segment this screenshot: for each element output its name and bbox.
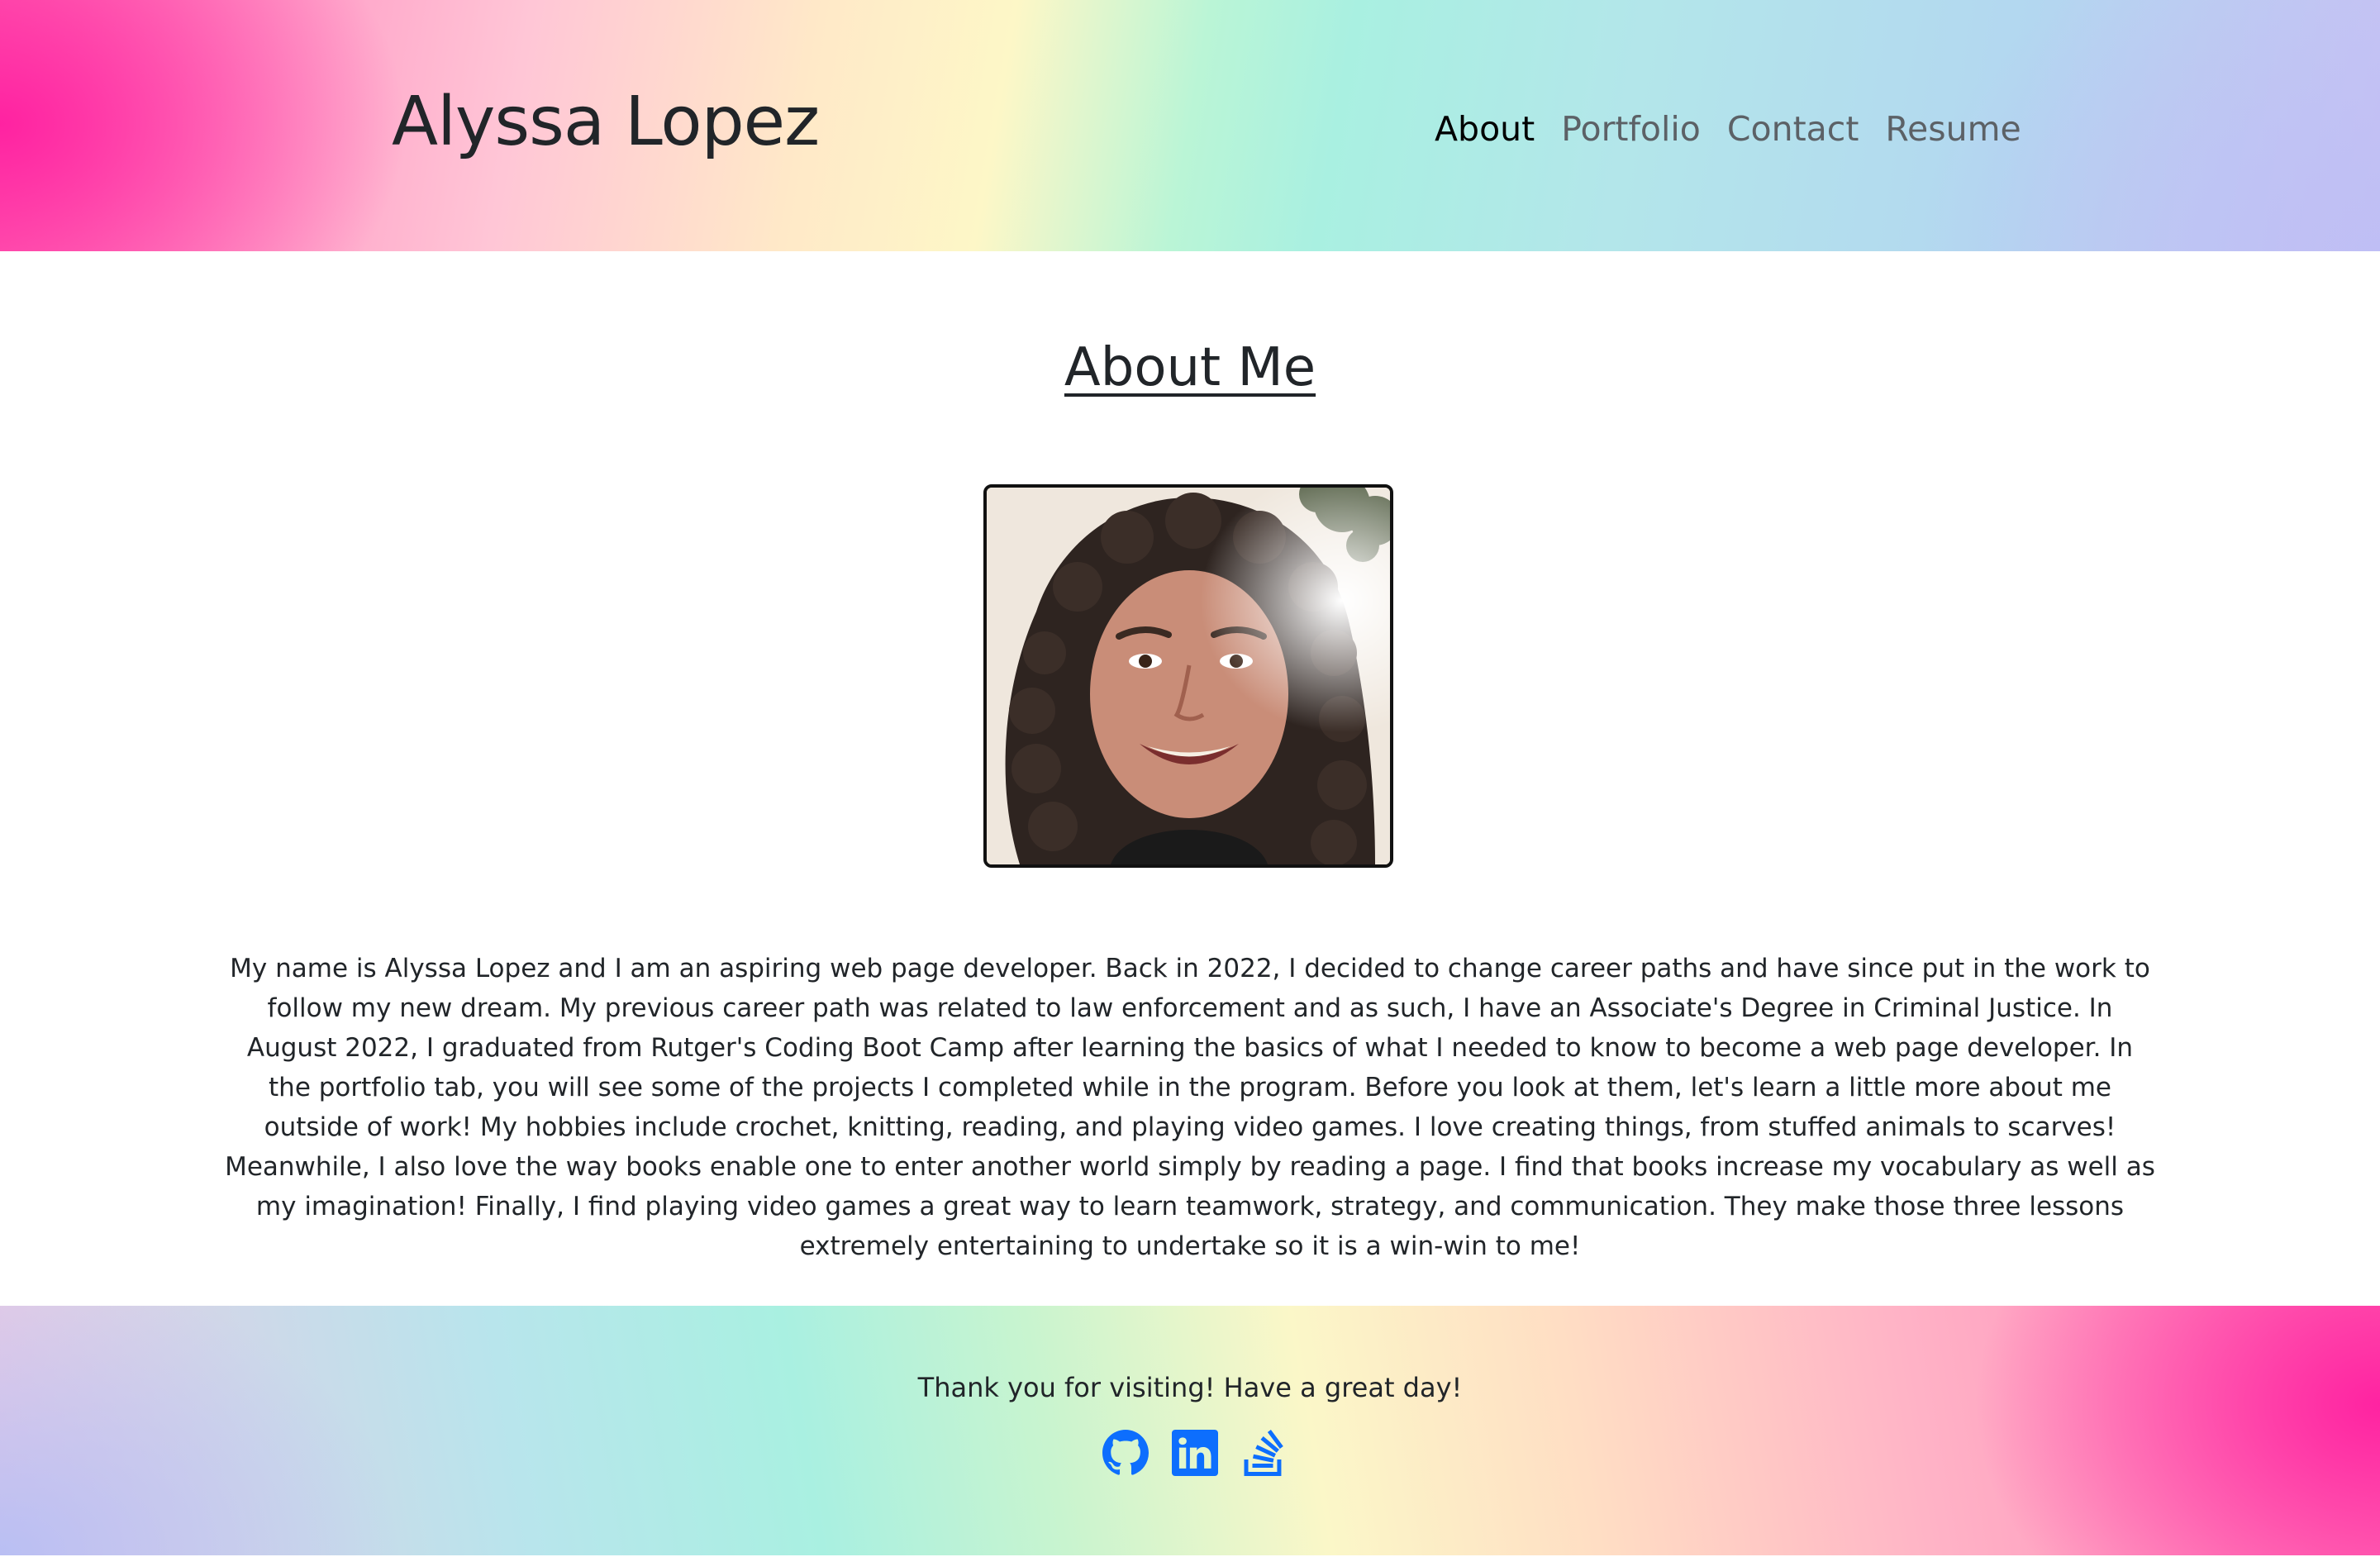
github-icon[interactable] xyxy=(1102,1430,1149,1476)
profile-photo-illustration xyxy=(987,488,1390,864)
social-links xyxy=(1102,1430,1288,1476)
site-footer: Thank you for visiting! Have a great day… xyxy=(0,1306,2380,1555)
footer-message: Thank you for visiting! Have a great day… xyxy=(917,1372,1463,1403)
nav-contact[interactable]: Contact xyxy=(1727,109,1859,149)
site-header: Alyssa Lopez About Portfolio Contact Res… xyxy=(0,0,2380,251)
linkedin-icon[interactable] xyxy=(1172,1430,1218,1476)
nav-about[interactable]: About xyxy=(1435,109,1535,149)
site-brand[interactable]: Alyssa Lopez xyxy=(392,83,820,161)
profile-photo xyxy=(983,484,1393,868)
nav-portfolio[interactable]: Portfolio xyxy=(1561,109,1701,149)
page-title: About Me xyxy=(1064,337,1316,398)
stackoverflow-icon[interactable] xyxy=(1241,1430,1288,1476)
nav-resume[interactable]: Resume xyxy=(1885,109,2021,149)
bio-paragraph: My name is Alyssa Lopez and I am an aspi… xyxy=(225,954,2155,1261)
main-nav: About Portfolio Contact Resume xyxy=(1435,109,2021,149)
